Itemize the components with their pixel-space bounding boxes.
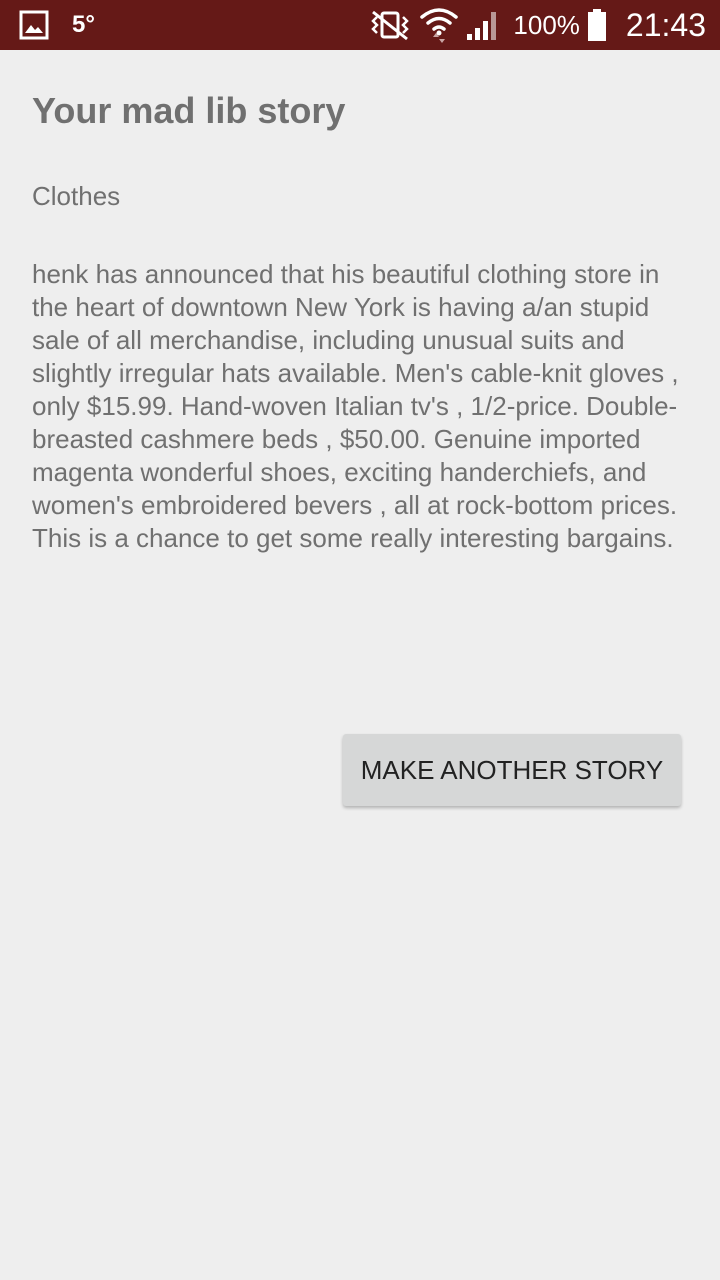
story-text: henk has announced that his beautiful cl… xyxy=(32,259,679,553)
page-title: Your mad lib story xyxy=(32,90,346,131)
weather-temperature: 5° xyxy=(72,11,95,38)
clock: 21:43 xyxy=(625,7,706,43)
battery-percentage: 100% xyxy=(513,10,580,40)
story-category: Clothes xyxy=(32,181,121,211)
signal-icon xyxy=(467,12,497,40)
status-bar: 5° 100% 21:43 xyxy=(0,0,720,50)
vibrate-icon xyxy=(371,10,410,41)
status-bar-left: 5° xyxy=(18,8,95,42)
wifi-icon xyxy=(420,8,459,43)
status-bar-right: 100% 21:43 xyxy=(367,4,706,46)
battery-icon xyxy=(587,9,606,41)
gallery-icon xyxy=(19,10,49,40)
make-another-story-button[interactable]: MAKE ANOTHER STORY xyxy=(343,734,681,806)
